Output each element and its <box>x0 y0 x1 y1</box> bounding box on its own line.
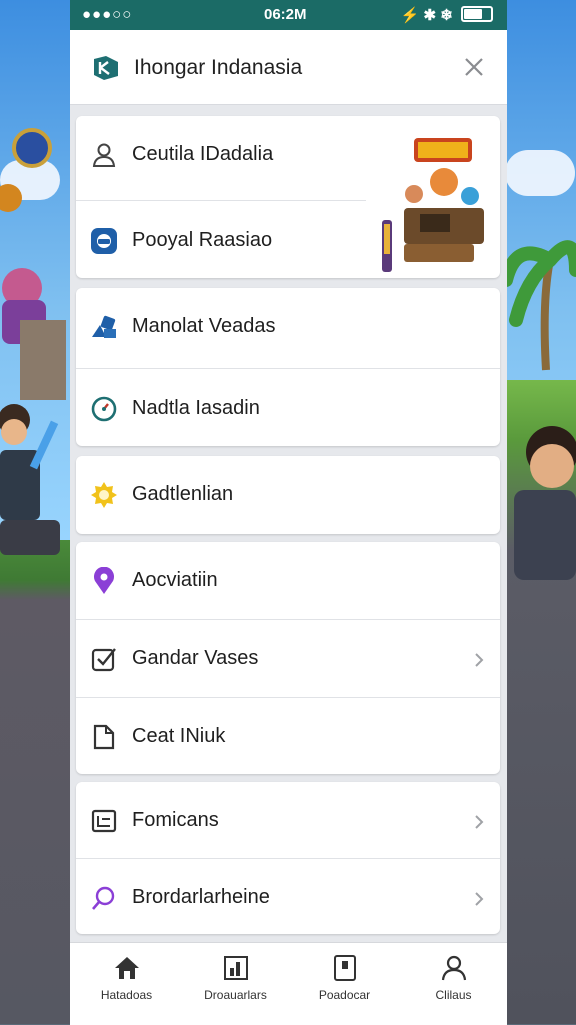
promo-game-illustration <box>382 138 484 272</box>
menu-item-label: Nadtla Iasadin <box>132 397 260 419</box>
tab-home[interactable]: Hatadoas <box>72 943 181 1025</box>
menu-item-manolat[interactable]: Manolat Veadas <box>76 288 500 366</box>
tab-label: Hatadoas <box>100 988 153 1002</box>
menu-item-label: Manolat Veadas <box>132 315 276 337</box>
tab-card[interactable]: Poadocar <box>290 943 399 1025</box>
menu-item-label: Gandar Vases <box>132 647 259 669</box>
menu-item-gandar[interactable]: Gandar Vases <box>76 620 500 698</box>
bottom-tab-bar: Hatadoas Droauarlars Poadocar Clilaus <box>70 942 507 1025</box>
status-icons-text: ⚡ ✱ ❄ <box>400 7 453 24</box>
menu-group-badges: Gadtlenlian <box>76 456 500 534</box>
location-pin-icon <box>94 567 114 594</box>
menu-group-more: Fomicans Brordarlarheine <box>76 782 500 934</box>
k-logo-icon <box>94 56 118 80</box>
menu-item-brordarlarheine[interactable]: Brordarlarheine <box>76 859 500 934</box>
menu-group-account: Ceutila IDadalia Pooyal Raasiao <box>76 116 500 278</box>
list-box-icon <box>91 809 117 833</box>
right-characters-art <box>506 240 576 580</box>
tab-charts[interactable]: Droauarlars <box>181 943 290 1025</box>
camera-circle-icon <box>91 228 117 254</box>
tab-label: Droauarlars <box>204 988 267 1002</box>
close-icon[interactable] <box>461 54 487 80</box>
menu-group-media: Manolat Veadas Nadtla Iasadin <box>76 288 500 446</box>
menu-sheet: Ihongar Indanasia Ceutila IDadalia Pooya… <box>70 30 507 1025</box>
gauge-icon <box>91 396 117 422</box>
menu-item-label: Pooyal Raasiao <box>132 229 273 251</box>
menu-item-label: Gadtlenlian <box>132 483 234 505</box>
chevron-right-icon <box>475 653 484 667</box>
menu-item-fomicans[interactable]: Fomicans <box>76 782 500 860</box>
chart-icon <box>223 956 248 980</box>
menu-item-label: Aocviatiin <box>132 569 218 591</box>
battery-icon <box>461 6 493 22</box>
divider <box>76 368 500 369</box>
chevron-right-icon <box>475 815 484 829</box>
search-icon <box>92 886 115 910</box>
menu-item-label: Ceutila IDadalia <box>132 143 274 165</box>
menu-item-nadtla[interactable]: Nadtla Iasadin <box>76 370 500 446</box>
left-characters-art <box>0 128 66 555</box>
home-icon <box>114 957 139 979</box>
cloud <box>505 150 575 196</box>
shapes-icon <box>92 315 116 338</box>
document-icon <box>93 724 115 750</box>
card-icon <box>333 955 356 981</box>
menu-item-pooyal[interactable]: Pooyal Raasiao <box>76 202 366 278</box>
sheet-header: Ihongar Indanasia <box>70 30 507 105</box>
menu-item-ceat[interactable]: Ceat INiuk <box>76 698 500 774</box>
profile-icon <box>441 955 466 981</box>
sheet-title: Ihongar Indanasia <box>134 56 303 79</box>
star-badge-icon <box>91 482 117 508</box>
chevron-right-icon <box>475 892 484 906</box>
menu-item-label: Fomicans <box>132 809 219 831</box>
status-time: 06:2M <box>264 6 307 23</box>
divider <box>76 200 366 201</box>
menu-item-aocviatiin[interactable]: Aocviatiin <box>76 542 500 620</box>
menu-group-settings: Aocviatiin Gandar Vases Ceat INiuk <box>76 542 500 774</box>
tab-label: Clilaus <box>435 988 472 1002</box>
status-icons: ⚡ ✱ ❄ <box>401 6 493 24</box>
menu-item-ceutila[interactable]: Ceutila IDadalia <box>76 116 366 194</box>
menu-item-gadtlenlian[interactable]: Gadtlenlian <box>76 456 500 534</box>
status-bar: ●●●○○ 06:2M ⚡ ✱ ❄ <box>70 0 507 30</box>
menu-item-label: Ceat INiuk <box>132 725 226 747</box>
tab-profile[interactable]: Clilaus <box>399 943 508 1025</box>
tab-label: Poadocar <box>318 988 371 1002</box>
menu-item-label: Brordarlarheine <box>132 886 270 908</box>
person-icon <box>92 143 116 167</box>
signal-indicator: ●●●○○ <box>82 6 133 23</box>
checkbox-icon <box>91 648 116 672</box>
